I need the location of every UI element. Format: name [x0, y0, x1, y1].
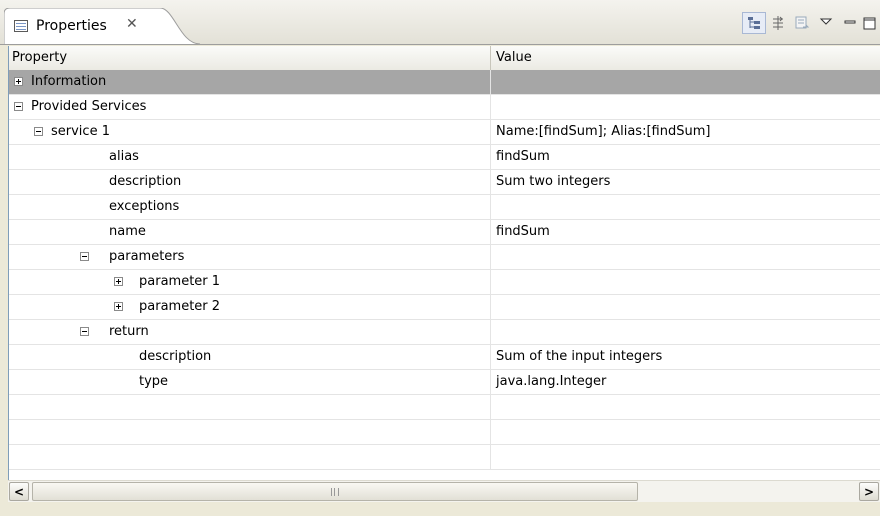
property-cell: parameter 1: [9, 270, 491, 294]
horizontal-scrollbar[interactable]: < >: [8, 480, 880, 503]
view-title-bar: Properties ✕: [0, 0, 880, 45]
expand-icon[interactable]: [114, 277, 123, 286]
property-label: service 1: [51, 124, 110, 139]
view-menu-button[interactable]: [814, 12, 838, 34]
value-cell[interactable]: [491, 295, 880, 319]
view-bottom-edge: [0, 502, 880, 516]
value-cell[interactable]: [491, 270, 880, 294]
property-cell: service 1: [9, 120, 491, 144]
show-advanced-properties-button[interactable]: [766, 12, 790, 34]
column-header-value[interactable]: Value: [491, 46, 880, 70]
property-label: name: [109, 224, 146, 239]
empty-row: [9, 395, 880, 420]
property-cell: exceptions: [9, 195, 491, 219]
property-cell: type: [9, 370, 491, 394]
value-cell[interactable]: Name:[findSum]; Alias:[findSum]: [491, 120, 880, 144]
table-row[interactable]: parameters: [9, 245, 880, 270]
property-label: parameter 1: [139, 274, 221, 289]
tab-properties[interactable]: Properties ✕: [4, 8, 200, 45]
expand-icon[interactable]: [14, 77, 23, 86]
restore-default-button[interactable]: [790, 12, 814, 34]
maximize-icon: [863, 17, 876, 30]
property-cell: return: [9, 320, 491, 344]
restore-default-icon: [795, 16, 810, 29]
property-label: type: [139, 374, 169, 389]
expand-icon[interactable]: [114, 302, 123, 311]
property-label: alias: [109, 149, 139, 164]
properties-view: Properties ✕ Property Value Information …: [0, 0, 880, 516]
collapse-icon[interactable]: [80, 327, 89, 336]
property-cell: description: [9, 170, 491, 194]
value-cell[interactable]: Sum of the input integers: [491, 345, 880, 369]
property-cell: Information: [9, 70, 491, 94]
scroll-left-button[interactable]: <: [9, 482, 29, 501]
table-row[interactable]: parameter 1: [9, 270, 880, 295]
empty-cell: [9, 395, 491, 419]
collapse-icon[interactable]: [14, 102, 23, 111]
maximize-button[interactable]: [862, 12, 880, 34]
value-cell[interactable]: [491, 95, 880, 119]
value-cell[interactable]: findSum: [491, 145, 880, 169]
grip-icon: [331, 488, 339, 496]
empty-row: [9, 420, 880, 445]
table-row[interactable]: exceptions: [9, 195, 880, 220]
table-header: Property Value: [9, 46, 880, 71]
table-row[interactable]: description Sum two integers: [9, 170, 880, 195]
value-cell[interactable]: [491, 70, 880, 94]
empty-cell: [9, 420, 491, 444]
property-label: description: [109, 174, 182, 189]
value-cell[interactable]: [491, 245, 880, 269]
property-cell: Provided Services: [9, 95, 491, 119]
value-cell[interactable]: Sum two integers: [491, 170, 880, 194]
table-row[interactable]: description Sum of the input integers: [9, 345, 880, 370]
chevron-right-icon: >: [863, 484, 875, 499]
close-icon[interactable]: ✕: [126, 16, 138, 32]
table-row[interactable]: parameter 2: [9, 295, 880, 320]
value-cell[interactable]: [491, 195, 880, 219]
table-body: Information Provided Services service 1 Nam…: [9, 70, 880, 470]
property-cell: name: [9, 220, 491, 244]
property-label: exceptions: [109, 199, 180, 214]
property-cell: parameters: [9, 245, 491, 269]
property-label: return: [109, 324, 149, 339]
table-row[interactable]: return: [9, 320, 880, 345]
view-toolbar: [742, 12, 880, 34]
show-categories-button[interactable]: [742, 12, 766, 34]
properties-table: Property Value Information Provided Servi…: [8, 46, 880, 480]
chevron-left-icon: <: [13, 484, 25, 499]
tab-label: Properties: [36, 18, 107, 34]
value-cell[interactable]: findSum: [491, 220, 880, 244]
table-row[interactable]: Information: [9, 70, 880, 95]
property-label: Provided Services: [31, 99, 147, 114]
value-cell[interactable]: java.lang.Integer: [491, 370, 880, 394]
table-row[interactable]: alias findSum: [9, 145, 880, 170]
minimize-button[interactable]: [838, 12, 862, 34]
table-row[interactable]: service 1 Name:[findSum]; Alias:[findSum]: [9, 120, 880, 145]
property-cell: alias: [9, 145, 491, 169]
table-row[interactable]: Provided Services: [9, 95, 880, 120]
property-label: Information: [31, 74, 107, 89]
property-label: parameter 2: [139, 299, 221, 314]
view-menu-icon: [819, 18, 833, 25]
empty-row: [9, 445, 880, 470]
collapse-icon[interactable]: [80, 252, 89, 261]
property-cell: description: [9, 345, 491, 369]
scrollbar-thumb[interactable]: [32, 482, 638, 501]
table-row[interactable]: type java.lang.Integer: [9, 370, 880, 395]
column-header-property[interactable]: Property: [9, 46, 491, 70]
categories-icon: [748, 17, 760, 29]
property-label: parameters: [109, 249, 185, 264]
filter-advanced-icon: [773, 16, 783, 30]
table-row[interactable]: name findSum: [9, 220, 880, 245]
minimize-icon: [844, 20, 856, 24]
empty-cell: [9, 445, 491, 469]
value-cell[interactable]: [491, 320, 880, 344]
property-cell: parameter 2: [9, 295, 491, 319]
properties-view-icon: [14, 20, 28, 32]
scroll-right-button[interactable]: >: [859, 482, 879, 501]
collapse-icon[interactable]: [34, 127, 43, 136]
property-label: description: [139, 349, 212, 364]
